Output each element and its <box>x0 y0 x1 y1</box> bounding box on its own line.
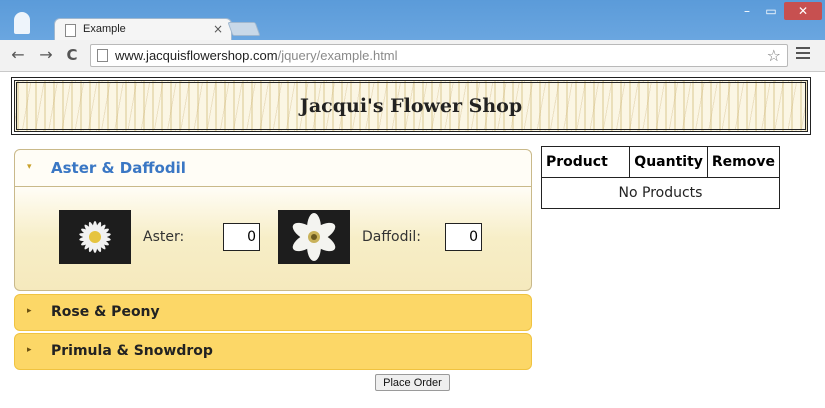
column-header-remove: Remove <box>706 146 781 178</box>
profile-icon[interactable] <box>14 12 30 34</box>
browser-tab[interactable]: Example × <box>54 18 232 42</box>
accordion-header-label: Rose & Peony <box>51 304 160 320</box>
header-banner: Jacqui's Flower Shop <box>11 77 811 135</box>
accordion-panel-aster-daffodil: Aster: Daffodil: <box>14 187 532 291</box>
basket-table: Product Quantity Remove No Products <box>540 146 781 209</box>
browser-toolbar: ← → C www.jacquisflowershop.com/jquery/e… <box>0 40 825 72</box>
daffodil-label: Daffodil: <box>362 229 421 245</box>
new-tab-button[interactable] <box>227 22 261 36</box>
accordion-header-rose-peony[interactable]: ▸ Rose & Peony <box>14 294 532 331</box>
aster-image <box>59 210 131 264</box>
daffodil-quantity-input[interactable] <box>445 223 482 251</box>
accordion-header-label: Aster & Daffodil <box>51 159 186 177</box>
url-path: /jquery/example.html <box>277 48 398 63</box>
maximize-button[interactable]: ▭ <box>762 2 780 20</box>
basket-empty-message: No Products <box>541 177 780 209</box>
chevron-down-icon: ▾ <box>27 162 32 172</box>
window-titlebar: Example × – ▭ ✕ <box>0 0 825 42</box>
tab-close-icon[interactable]: × <box>213 22 223 36</box>
reload-icon[interactable]: C <box>62 45 82 65</box>
chevron-right-icon: ▸ <box>27 345 32 355</box>
page-content: Jacqui's Flower Shop ▾ Aster & Daffodil <box>0 72 825 408</box>
column-header-product: Product <box>540 146 631 178</box>
forward-arrow-icon[interactable]: → <box>36 45 56 65</box>
url-text[interactable]: www.jacquisflowershop.com/jquery/example… <box>115 48 398 63</box>
table-row: No Products <box>541 177 780 209</box>
column-header-quantity: Quantity <box>629 146 708 178</box>
page-title: Jacqui's Flower Shop <box>299 95 523 117</box>
basket-header-row: Product Quantity Remove <box>540 146 781 178</box>
minimize-button[interactable]: – <box>738 2 756 20</box>
aster-quantity-input[interactable] <box>223 223 260 251</box>
menu-icon[interactable] <box>796 47 810 61</box>
close-window-button[interactable]: ✕ <box>784 2 822 20</box>
back-arrow-icon[interactable]: ← <box>8 45 28 65</box>
accordion-header-primula-snowdrop[interactable]: ▸ Primula & Snowdrop <box>14 333 532 370</box>
accordion-header-label: Primula & Snowdrop <box>51 343 213 359</box>
bookmark-star-icon[interactable]: ☆ <box>767 46 781 65</box>
chevron-right-icon: ▸ <box>27 306 32 316</box>
tab-title: Example <box>83 23 126 35</box>
daffodil-image <box>278 210 350 264</box>
address-bar[interactable]: www.jacquisflowershop.com/jquery/example… <box>90 44 788 67</box>
page-favicon-icon <box>65 24 76 37</box>
url-host: www.jacquisflowershop.com <box>115 48 278 63</box>
page-icon <box>97 49 108 62</box>
place-order-button[interactable]: Place Order <box>375 374 450 391</box>
aster-label: Aster: <box>143 229 185 245</box>
accordion-header-aster-daffodil[interactable]: ▾ Aster & Daffodil <box>14 149 532 187</box>
